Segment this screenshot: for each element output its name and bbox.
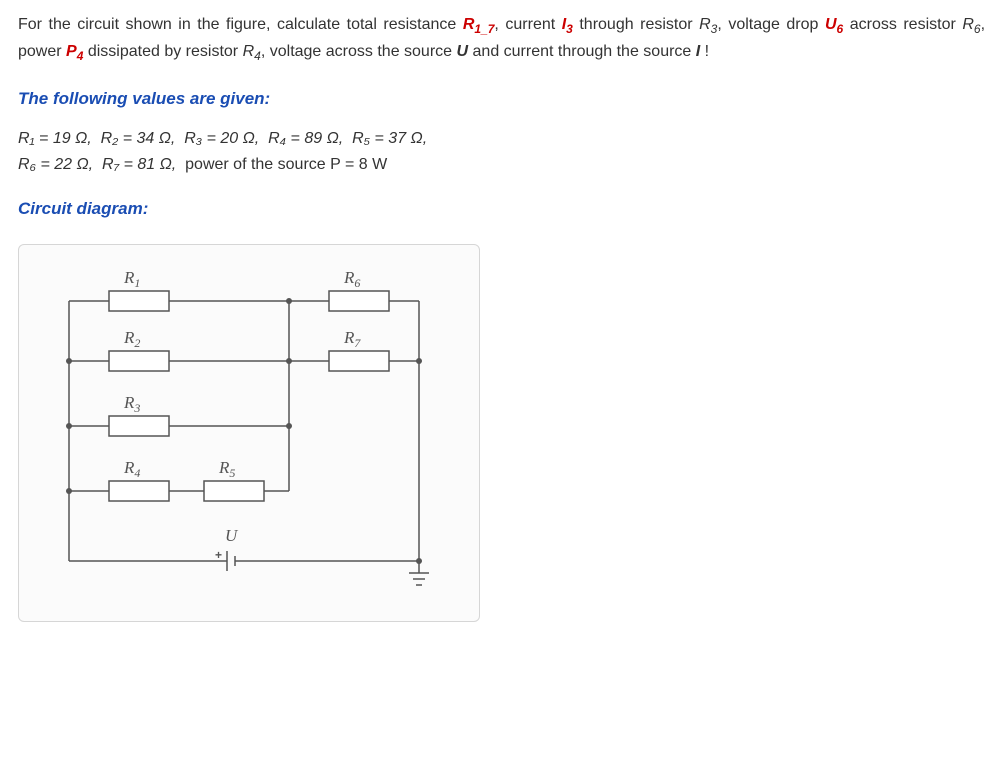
svg-text:R1: R1 [123,268,140,290]
given-p: power of the source P = 8 W [185,156,387,173]
given-values: R₁ = 19 Ω, R₂ = 34 Ω, R₃ = 20 Ω, R₄ = 89… [18,126,985,177]
problem-statement: For the circuit shown in the figure, cal… [18,12,985,67]
svg-text:R7: R7 [343,328,361,350]
svg-text:+: + [215,548,222,562]
svg-text:R6: R6 [343,268,360,290]
given-r7: R₇ = 81 Ω, [102,156,176,173]
given-heading: The following values are given: [18,85,985,112]
svg-text:R5: R5 [218,458,235,480]
given-r1: R₁ = 19 Ω, [18,130,92,147]
given-r5: R₅ = 37 Ω, [352,130,427,147]
given-r4: R₄ = 89 Ω, [268,130,343,147]
given-r2: R₂ = 34 Ω, [101,130,176,147]
svg-text:R2: R2 [123,328,140,350]
diagram-heading: Circuit diagram: [18,195,985,222]
svg-text:U: U [225,526,239,545]
given-r3: R₃ = 20 Ω, [184,130,259,147]
circuit-diagram: R1 R2 R3 R4 R5 R6 R7 + [18,244,480,622]
svg-text:R4: R4 [123,458,140,480]
given-r6: R₆ = 22 Ω, [18,156,93,173]
svg-text:R3: R3 [123,393,140,415]
